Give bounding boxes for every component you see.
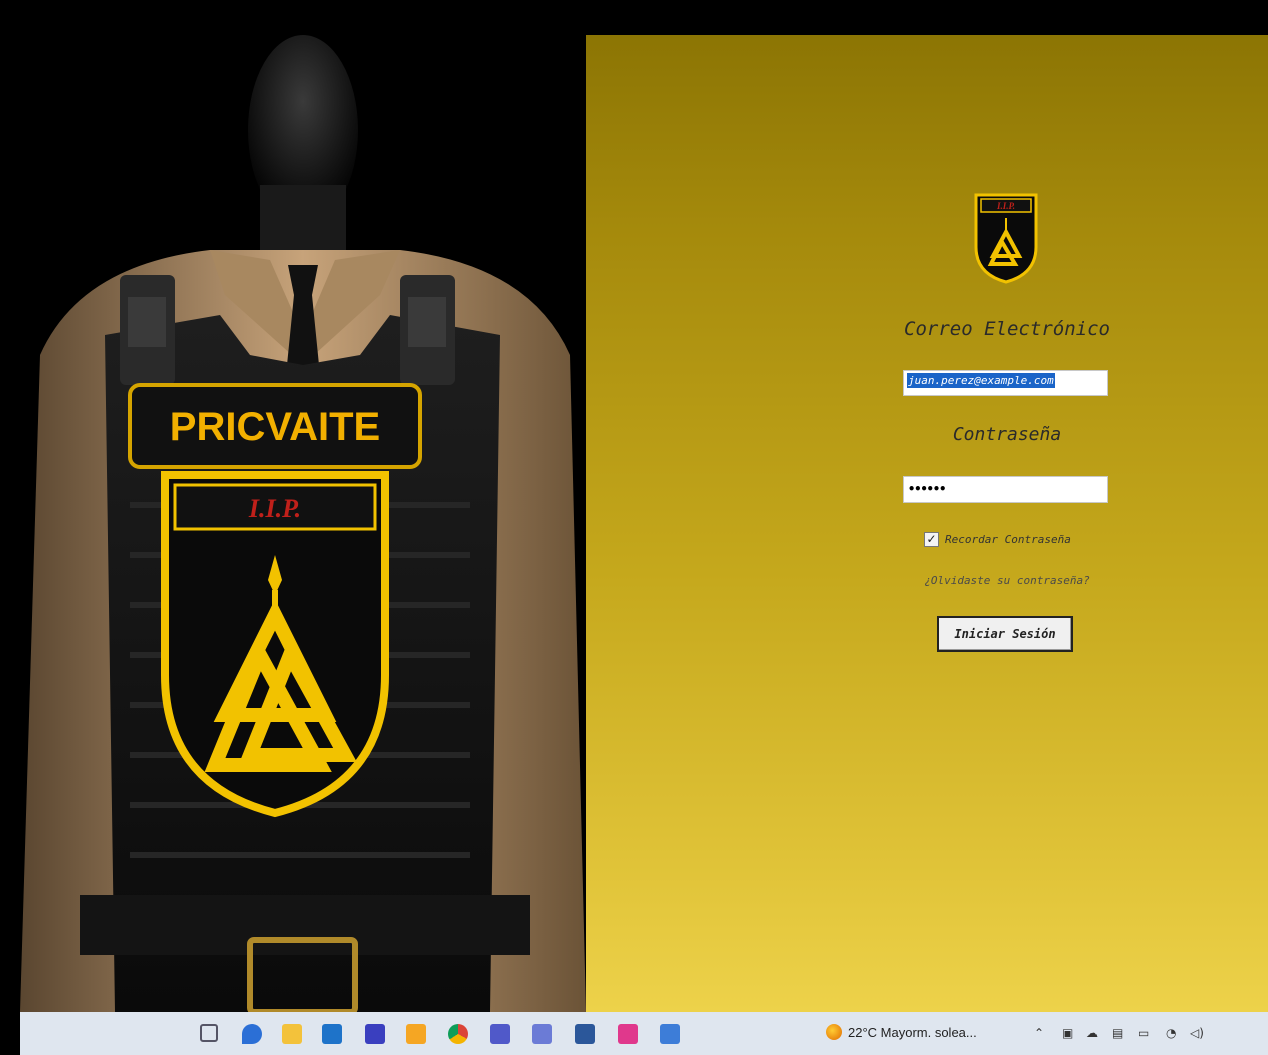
teams-icon[interactable] <box>490 1024 510 1044</box>
vest-patch-text: PRICVAITE <box>170 405 380 449</box>
battery-icon[interactable]: ▭ <box>1138 1026 1149 1040</box>
volume-icon[interactable]: ◁) <box>1190 1026 1204 1040</box>
network-icon[interactable]: ▣ <box>1062 1026 1073 1040</box>
badge-text: I.I.P. <box>248 494 301 523</box>
login-panel: I.I.P. Correo Electrónico juan.perez@exa… <box>586 35 1268 1012</box>
remember-label: Recordar Contraseña <box>945 532 1071 546</box>
store-icon[interactable] <box>406 1024 426 1044</box>
file-explorer-icon[interactable] <box>282 1024 302 1044</box>
weather-text: 22°C Mayorm. solea... <box>848 1024 977 1040</box>
company-logo: I.I.P. <box>974 193 1038 284</box>
ide-icon[interactable] <box>618 1024 638 1044</box>
weather-widget[interactable]: 22°C Mayorm. solea... <box>826 1024 977 1040</box>
app-window: PRICVAITE I.I.P. I.I.P. Correo Electróni… <box>20 35 1268 1012</box>
taskbar: 22°C Mayorm. solea... ⌃ ▣ ☁ ▤ ▭ ◔ ◁) <box>20 1012 1268 1055</box>
logo-badge-text: I.I.P. <box>996 201 1015 211</box>
display-icon[interactable]: ▤ <box>1112 1026 1123 1040</box>
email-input[interactable]: juan.perez@example.com <box>903 370 1108 396</box>
chrome-icon[interactable] <box>448 1024 468 1044</box>
photos-icon[interactable] <box>660 1024 680 1044</box>
mail-icon[interactable] <box>322 1024 342 1044</box>
hero-image: PRICVAITE I.I.P. <box>20 35 586 1012</box>
password-value: •••••• <box>908 482 946 496</box>
app-icon[interactable] <box>532 1024 552 1044</box>
chevron-up-icon[interactable]: ⌃ <box>1034 1026 1044 1040</box>
email-value: juan.perez@example.com <box>907 373 1055 388</box>
cloud-icon[interactable]: ☁ <box>1086 1026 1098 1040</box>
security-guard-illustration: PRICVAITE I.I.P. <box>20 35 586 1012</box>
editor-icon[interactable] <box>365 1024 385 1044</box>
password-input[interactable]: •••••• <box>903 476 1108 503</box>
forgot-password-link[interactable]: ¿Olvidaste su contraseña? <box>886 574 1128 587</box>
email-label: Correo Electrónico <box>904 318 1110 340</box>
chat-icon[interactable] <box>242 1024 262 1044</box>
word-icon[interactable] <box>575 1024 595 1044</box>
password-label: Contraseña <box>952 424 1062 445</box>
wifi-icon[interactable]: ◔ <box>1166 1026 1176 1040</box>
task-view-icon[interactable] <box>200 1024 218 1042</box>
login-button[interactable]: Iniciar Sesión <box>937 616 1073 652</box>
remember-checkbox[interactable]: ✓ <box>924 531 939 547</box>
sun-icon <box>826 1024 842 1040</box>
remember-password[interactable]: ✓ Recordar Contraseña <box>924 529 1071 549</box>
